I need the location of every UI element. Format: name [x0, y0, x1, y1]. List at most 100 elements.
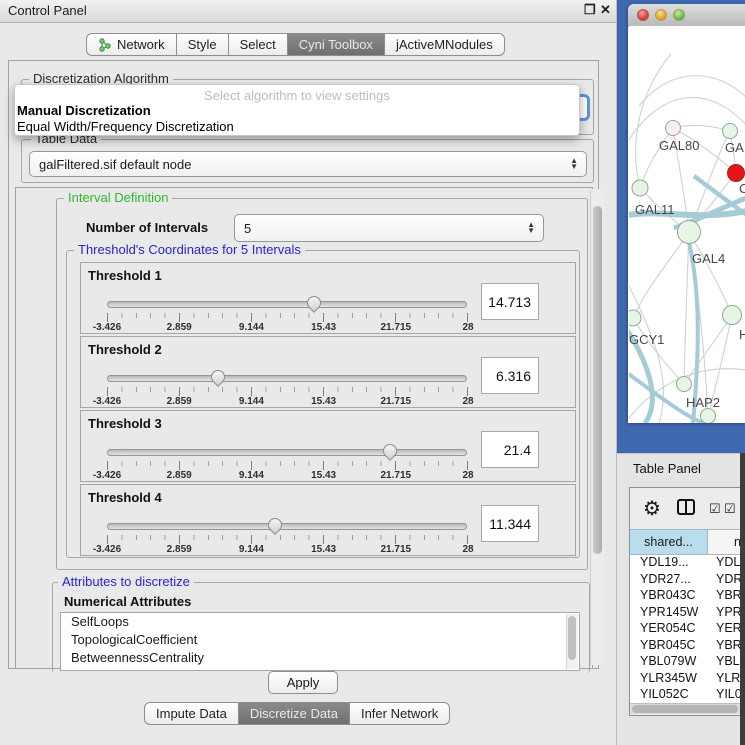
- table-row[interactable]: YBR045CYBR0: [630, 638, 744, 655]
- tab-infer-network[interactable]: Infer Network: [349, 702, 450, 725]
- top-tabbar: Network Style Select Cyni Toolbox jActiv…: [86, 33, 505, 56]
- algorithm-dropdown-popup: Select algorithm to view settings Manual…: [14, 84, 580, 136]
- close-traffic-light-icon[interactable]: [637, 9, 649, 21]
- node-gal11[interactable]: [632, 180, 648, 196]
- bottom-tabbar: Impute Data Discretize Data Infer Networ…: [144, 702, 450, 725]
- close-window-icon[interactable]: ✕: [600, 2, 611, 18]
- threshold-3-value-field[interactable]: 21.4: [481, 431, 539, 468]
- node-label-hap2: HAP2: [686, 395, 720, 410]
- table-row[interactable]: YBR043CYBR0: [630, 588, 744, 605]
- control-panel-title: Control Panel: [8, 3, 87, 18]
- slider-thumb[interactable]: [380, 441, 400, 461]
- node-gcy1[interactable]: [629, 310, 641, 326]
- slider-ticks: [107, 535, 469, 544]
- list-item[interactable]: BetweennessCentrality: [61, 649, 579, 667]
- scrollbar-thumb[interactable]: [568, 616, 576, 660]
- slider-thumb[interactable]: [304, 293, 324, 313]
- threshold-1-value-field[interactable]: 14.713: [481, 283, 539, 320]
- node-top-right[interactable]: [723, 124, 738, 139]
- network-canvas[interactable]: GAL80 GA C GAL11 GAL4 GCY1 H HAP2: [629, 26, 745, 423]
- table-panel-body: ⚙ ☑ ☑ shared... na YDL19...YDL1 YDR27...…: [629, 487, 745, 716]
- threshold-4-value-field[interactable]: 11.344: [481, 505, 539, 542]
- tab-jactivemnodules[interactable]: jActiveMNodules: [384, 33, 505, 56]
- network-window-frame: GAL80 GA C GAL11 GAL4 GCY1 H HAP2: [617, 0, 745, 453]
- settings-scroll-panel: Interval Definition Number of Intervals …: [15, 187, 593, 669]
- slider-track[interactable]: [107, 523, 467, 530]
- tab-impute-data[interactable]: Impute Data: [144, 702, 239, 725]
- table-row[interactable]: YBL079WYBL0: [630, 654, 744, 671]
- column-layout-icon[interactable]: [677, 499, 695, 515]
- numerical-attributes-list[interactable]: SelfLoops TopologicalCoefficient Between…: [60, 612, 580, 671]
- network-window-titlebar[interactable]: [628, 4, 745, 27]
- tab-jactivemnodules-label: jActiveMNodules: [396, 37, 493, 52]
- threshold-4-label: Threshold 4: [88, 490, 162, 505]
- slider-thumb[interactable]: [265, 515, 285, 535]
- list-item[interactable]: SelfLoops: [61, 613, 579, 631]
- thresholds-group-title: Threshold's Coordinates for 5 Intervals: [74, 243, 305, 256]
- table-row[interactable]: YDL19...YDL1: [630, 555, 744, 572]
- table-row[interactable]: YPR145WYPR1: [630, 605, 744, 622]
- threshold-2-value-field[interactable]: 6.316: [481, 357, 539, 394]
- slider-thumb[interactable]: [208, 367, 228, 387]
- zoom-traffic-light-icon[interactable]: [673, 9, 685, 21]
- screen-edge-strip: [740, 453, 745, 745]
- right-region: GAL80 GA C GAL11 GAL4 GCY1 H HAP2 Table: [617, 0, 745, 745]
- table-panel-header: Table Panel: [617, 453, 745, 482]
- float-window-icon[interactable]: ❐: [584, 2, 596, 18]
- column-header-shared-name[interactable]: shared...: [630, 529, 708, 555]
- column-header-name[interactable]: na: [708, 529, 744, 555]
- scrollbar-thumb[interactable]: [593, 206, 602, 554]
- settings-vertical-scrollbar[interactable]: [590, 189, 604, 665]
- attributes-group-title: Attributes to discretize: [58, 575, 194, 588]
- apply-button[interactable]: Apply: [268, 671, 338, 694]
- node-label-gal11: GAL11: [635, 202, 675, 217]
- tab-cyni-toolbox[interactable]: Cyni Toolbox: [287, 33, 385, 56]
- table-data-combo-value: galFiltered.sif default node: [30, 157, 570, 172]
- algorithm-placeholder: Select algorithm to view settings: [15, 88, 579, 103]
- node-hap2[interactable]: [677, 377, 692, 392]
- checkbox-icon[interactable]: ☑: [709, 501, 721, 517]
- slider-track[interactable]: [107, 375, 467, 382]
- node-label-gal80: GAL80: [659, 138, 699, 153]
- table-row[interactable]: YDR27...YDR2: [630, 572, 744, 589]
- node-red-selected[interactable]: [728, 165, 745, 182]
- network-window[interactable]: GAL80 GA C GAL11 GAL4 GCY1 H HAP2: [628, 4, 745, 423]
- slider-track[interactable]: [107, 301, 467, 308]
- table-panel-toolbar: ⚙ ☑ ☑: [630, 488, 744, 529]
- node-gal80[interactable]: [666, 121, 681, 136]
- node-bottom[interactable]: [701, 409, 716, 424]
- node-gal4[interactable]: [678, 221, 701, 244]
- tab-impute-data-label: Impute Data: [156, 706, 227, 721]
- scrollbar-thumb[interactable]: [632, 705, 738, 713]
- table-row[interactable]: YIL052CYIL0: [630, 687, 744, 703]
- menu-item-equal-width-frequency[interactable]: Equal Width/Frequency Discretization: [15, 119, 579, 135]
- table-row[interactable]: YLR345WYLR3: [630, 671, 744, 688]
- menu-item-manual-discretization[interactable]: Manual Discretization: [15, 103, 579, 119]
- tab-cyni-toolbox-label: Cyni Toolbox: [299, 37, 373, 52]
- tab-network[interactable]: Network: [86, 33, 177, 56]
- network-icon: [98, 38, 112, 52]
- number-of-intervals-spinner[interactable]: 5 ▲▼: [234, 214, 544, 242]
- tab-select[interactable]: Select: [228, 33, 288, 56]
- node-label-gcy1: GCY1: [629, 332, 664, 347]
- slider-tick-labels: -3.426 2.859 9.144 15.43 21.715 28: [107, 470, 468, 480]
- list-item[interactable]: TopologicalCoefficient: [61, 631, 579, 649]
- table-horizontal-scrollbar[interactable]: [630, 703, 744, 714]
- screen: Control Panel ❐ ✕ Network Style Select C…: [0, 0, 745, 745]
- node-h[interactable]: [723, 306, 742, 325]
- checkbox-icon[interactable]: ☑: [724, 501, 736, 517]
- tab-style[interactable]: Style: [176, 33, 229, 56]
- minimize-traffic-light-icon[interactable]: [655, 9, 667, 21]
- node-label-c-partial: C: [739, 181, 745, 196]
- control-panel-titlebar: Control Panel ❐ ✕: [0, 0, 617, 23]
- node-label-h-partial: H: [739, 327, 745, 342]
- tab-discretize-data[interactable]: Discretize Data: [238, 702, 350, 725]
- slider-tick-labels: -3.426 2.859 9.144 15.43 21.715 28: [107, 396, 468, 406]
- slider-track[interactable]: [107, 449, 467, 456]
- threshold-2-label: Threshold 2: [88, 342, 162, 357]
- attributes-list-scrollbar[interactable]: [566, 614, 578, 669]
- table-row[interactable]: YER054CYER0: [630, 621, 744, 638]
- table-data-combo[interactable]: galFiltered.sif default node ▲▼: [29, 151, 587, 177]
- threshold-2-panel: Threshold 2 -3.426 2.859 9.144 15.43 21.…: [80, 336, 576, 408]
- gear-icon[interactable]: ⚙: [643, 496, 661, 521]
